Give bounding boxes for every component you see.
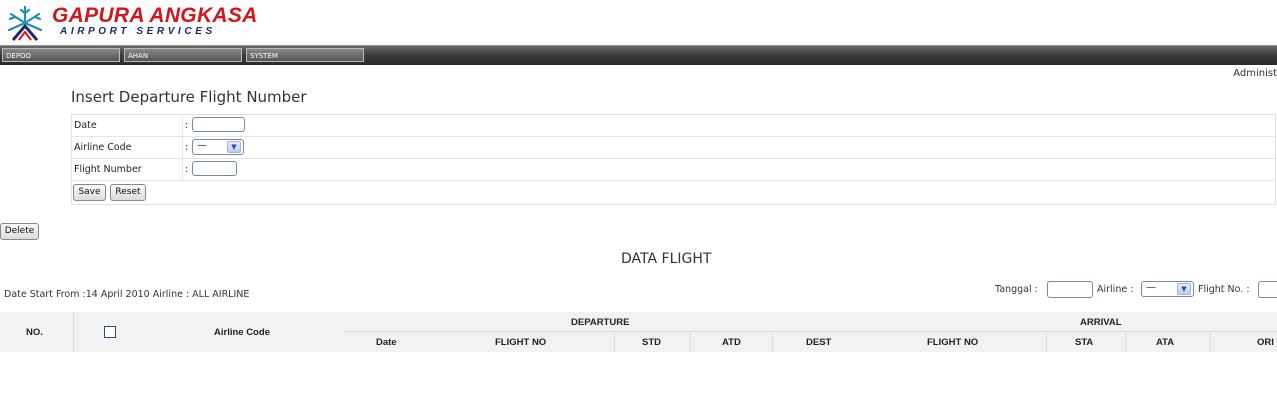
airline-row: Airline Code : — ▼: [72, 137, 1275, 159]
flight-number-label: Flight Number: [74, 164, 142, 175]
logo: [3, 4, 47, 42]
brand-tagline: AIRPORT SERVICES: [60, 26, 216, 37]
delete-button[interactable]: Delete: [0, 223, 39, 240]
flight-number-input[interactable]: [192, 161, 237, 176]
divider: [690, 332, 691, 352]
brand-name: GAPURA ANGKASA: [52, 4, 258, 27]
column-divider: [182, 137, 183, 158]
menu-item-ahan[interactable]: AHAN: [124, 48, 242, 62]
divider: [614, 332, 615, 352]
col-arrival: ARRIVAL: [1080, 317, 1122, 328]
divider: [1046, 332, 1047, 352]
column-divider: [182, 159, 183, 180]
menu-bar: DEPOO AHAN SYSTEM: [0, 45, 1277, 65]
col-departure: DEPARTURE: [571, 317, 630, 328]
flight-no-input[interactable]: [1258, 281, 1277, 298]
colon: :: [185, 142, 189, 153]
filter-airline-label: Airline :: [1097, 284, 1134, 295]
menu-item-depoo[interactable]: DEPOO: [2, 48, 120, 62]
divider: [73, 312, 74, 352]
data-flight-title: DATA FLIGHT: [621, 251, 712, 267]
col-atd: ATD: [722, 337, 741, 348]
airline-code-value: —: [197, 140, 207, 151]
filter-airline-value: —: [1146, 282, 1156, 293]
colon: :: [185, 164, 189, 175]
col-ata: ATA: [1156, 337, 1175, 348]
column-divider: [182, 115, 183, 136]
form-title: Insert Departure Flight Number: [71, 88, 307, 106]
col-dep-flight-no: FLIGHT NO: [495, 337, 547, 348]
tanggal-input[interactable]: [1047, 281, 1093, 298]
airline-code-select[interactable]: — ▼: [192, 139, 244, 155]
col-arr-flight-no: FLIGHT NO: [927, 337, 979, 348]
filter-airline-select[interactable]: — ▼: [1141, 281, 1194, 297]
reset-button[interactable]: Reset: [110, 184, 146, 201]
save-button[interactable]: Save: [73, 184, 106, 201]
colon: :: [185, 120, 189, 131]
col-sta: STA: [1075, 337, 1094, 348]
select-all-checkbox[interactable]: [104, 326, 116, 338]
col-dep-date: Date: [376, 337, 397, 348]
col-airline-code: Airline Code: [214, 327, 270, 338]
flight-table-header: NO. Airline Code DEPARTURE ARRIVAL Date …: [0, 312, 1277, 352]
divider: [1210, 332, 1211, 352]
chevron-down-icon[interactable]: ▼: [1177, 283, 1191, 295]
divider: [1125, 332, 1126, 352]
col-dest: DEST: [806, 337, 832, 348]
menu-item-system[interactable]: SYSTEM: [246, 48, 364, 62]
chevron-down-icon[interactable]: ▼: [227, 141, 241, 153]
form-actions: Save Reset: [72, 181, 1275, 204]
date-input[interactable]: [192, 117, 245, 132]
col-ori: ORI: [1257, 337, 1274, 348]
logo-icon: [7, 5, 43, 41]
airline-code-label: Airline Code: [74, 142, 132, 153]
flight-number-row: Flight Number :: [72, 159, 1275, 181]
col-std: STD: [642, 337, 661, 348]
user-label: Administ: [1233, 68, 1277, 79]
col-no: NO.: [26, 327, 43, 338]
date-row: Date :: [72, 115, 1275, 137]
date-label: Date: [74, 120, 97, 131]
insert-form: Date : Airline Code : — ▼ Flight Number …: [71, 114, 1276, 205]
divider: [343, 331, 1277, 332]
filter-info: Date Start From :14 April 2010 Airline :…: [4, 289, 250, 300]
flight-no-label: Flight No. :: [1198, 284, 1250, 295]
divider: [772, 332, 773, 352]
tanggal-label: Tanggal :: [995, 284, 1038, 295]
